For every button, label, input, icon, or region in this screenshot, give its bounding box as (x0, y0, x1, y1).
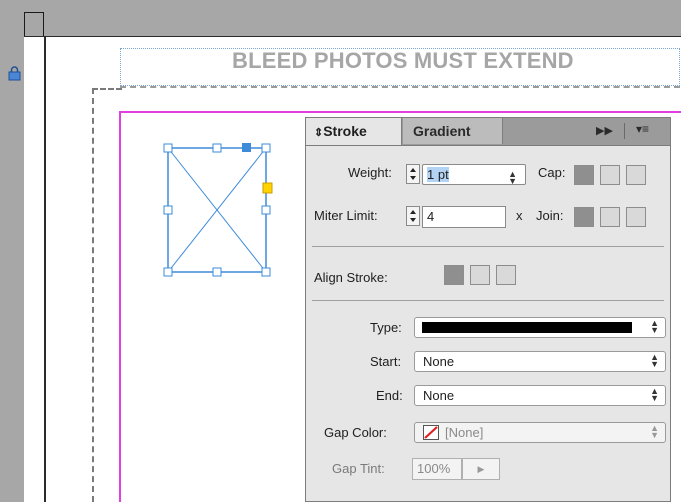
end-dropdown-icon: ▲ ▼ (650, 386, 659, 403)
bleed-notice-text: BLEED PHOTOS MUST EXTEND (232, 48, 574, 73)
gap-tint-value: 100% (417, 461, 451, 476)
end-select[interactable]: None ▲ ▼ (414, 385, 666, 406)
margin-guide-vertical (92, 88, 94, 502)
miter-limit-label: Miter Limit: (314, 208, 378, 223)
none-swatch-icon (423, 425, 439, 440)
weight-stepper[interactable] (406, 164, 420, 184)
gap-tint-field[interactable]: 100% (412, 458, 462, 480)
stroke-type-select[interactable]: ▲ ▼ (414, 317, 666, 338)
end-value: None (423, 388, 455, 403)
bevel-join-icon[interactable] (626, 207, 646, 227)
align-outside-icon[interactable] (496, 265, 516, 285)
miter-stepper[interactable] (406, 206, 420, 226)
pasteboard-top-edge (24, 36, 681, 37)
type-dropdown-icon: ▲ ▼ (650, 318, 659, 335)
weight-dropdown-icon[interactable]: ▲ ▼ (508, 170, 517, 186)
lock-icon[interactable] (8, 66, 21, 81)
start-select[interactable]: None ▲ ▼ (414, 351, 666, 372)
gap-color-select[interactable]: [None] ▲ ▼ (414, 422, 666, 443)
round-cap-icon[interactable] (600, 165, 620, 185)
miter-join-icon[interactable] (574, 207, 594, 227)
start-value: None (423, 354, 455, 369)
panel-separator (312, 246, 664, 247)
weight-label: Weight: (348, 165, 392, 180)
panel-separator (312, 300, 664, 301)
miter-times-label: x (516, 208, 523, 223)
selected-image-frame[interactable] (160, 140, 280, 280)
page-trim-guide-left (119, 111, 121, 502)
weight-value: 1 pt (427, 167, 449, 182)
text-underline-guide (120, 86, 680, 89)
cap-label: Cap: (538, 165, 566, 180)
start-label: Start: (370, 354, 402, 369)
start-dropdown-icon: ▲ ▼ (650, 352, 659, 369)
gap-tint-label: Gap Tint: (332, 461, 385, 476)
miter-limit-field[interactable]: 4 (422, 206, 506, 228)
tabbar-divider (624, 123, 625, 139)
gap-color-value: [None] (445, 425, 484, 440)
round-join-icon[interactable] (600, 207, 620, 227)
panel-collapse-icon[interactable]: ▶▶ (596, 124, 613, 137)
join-label: Join: (536, 208, 564, 223)
butt-cap-icon[interactable] (574, 165, 594, 185)
tab-stroke-label: Stroke (323, 123, 367, 139)
gap-color-label: Gap Color: (324, 425, 387, 440)
end-label: End: (376, 388, 403, 403)
type-label: Type: (370, 320, 402, 335)
tab-gradient-label: Gradient (413, 123, 471, 139)
align-stroke-label: Align Stroke: (314, 270, 388, 285)
pasteboard-left-edge (44, 37, 46, 502)
align-inside-icon[interactable] (470, 265, 490, 285)
miter-limit-value: 4 (427, 209, 435, 224)
solid-stroke-swatch (422, 322, 632, 333)
align-center-icon[interactable] (444, 265, 464, 285)
gap-color-dropdown-icon: ▲ ▼ (650, 423, 659, 440)
collapse-arrows-icon[interactable]: ⇕ (314, 127, 323, 139)
horizontal-ruler (0, 0, 681, 37)
page-trim-guide-top (119, 111, 681, 113)
margin-guide-horizontal (92, 88, 122, 90)
ruler-origin-corner[interactable] (24, 12, 44, 37)
gap-tint-slider-button[interactable]: ▶ (462, 458, 500, 480)
panel-menu-icon[interactable]: ▾≡ (636, 122, 649, 136)
panel-tab-bar: ⇕Stroke Gradient ▶▶ ▾≡ (306, 118, 670, 146)
tab-gradient[interactable]: Gradient (403, 118, 503, 144)
stroke-panel: ⇕Stroke Gradient ▶▶ ▾≡ Weight: 1 pt ▲ ▼ C… (305, 117, 671, 502)
projecting-cap-icon[interactable] (626, 165, 646, 185)
tab-stroke[interactable]: ⇕Stroke (306, 118, 402, 145)
weight-field[interactable]: 1 pt ▲ ▼ (422, 164, 526, 186)
